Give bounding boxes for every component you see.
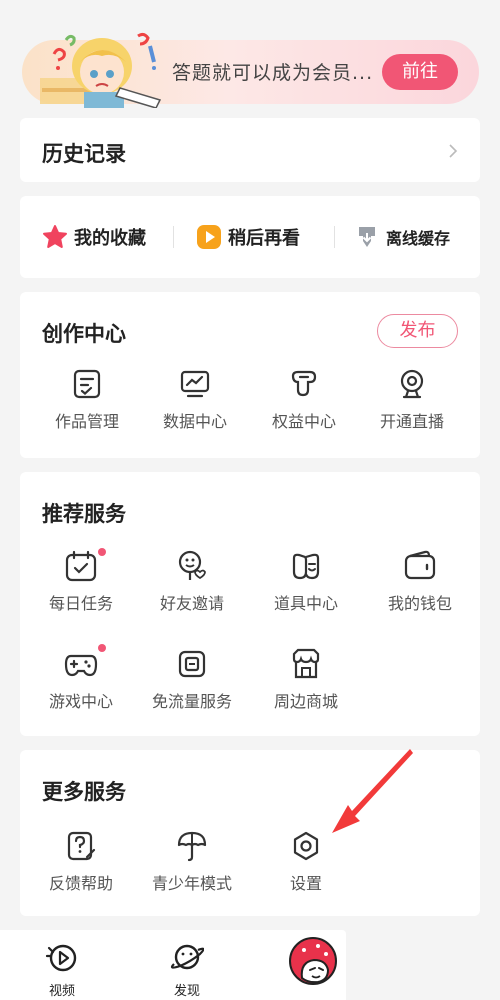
nav-mine[interactable] <box>283 936 343 992</box>
banner-text: 答题就可以成为会员... <box>172 62 374 84</box>
tile-props-center[interactable]: 道具中心 <box>251 550 361 614</box>
shortcut-bar: 我的收藏 稍后再看 离线缓存 <box>20 196 480 278</box>
red-dot-badge <box>98 548 106 556</box>
recommended-services-card: 推荐服务 每日任务 好友邀请 道具中心 我的钱包 游戏中心 免流量服务 周边商城 <box>20 472 480 736</box>
shortcut-label: 离线缓存 <box>386 229 451 248</box>
creation-center-card: 创作中心 发布 作品管理 数据中心 权益中心 开通直播 <box>20 292 480 458</box>
tile-label: 道具中心 <box>273 594 338 613</box>
download-icon <box>359 227 375 247</box>
play-later-icon <box>197 225 221 249</box>
tile-feedback-help[interactable]: 反馈帮助 <box>26 830 136 894</box>
sim-card-icon <box>178 650 206 678</box>
red-dot-badge <box>98 644 106 652</box>
mascot-avatar-icon <box>289 937 337 985</box>
tile-label: 好友邀请 <box>159 594 224 613</box>
tile-label: 设置 <box>289 874 322 893</box>
tile-label: 青少年模式 <box>151 874 232 893</box>
chevron-right-icon <box>449 144 458 158</box>
member-quiz-banner[interactable]: 答题就可以成为会员... 前往 <box>22 32 479 108</box>
shortcut-watch-later[interactable]: 稍后再看 <box>196 222 300 252</box>
feedback-help-icon <box>67 831 96 861</box>
tile-works-manage[interactable]: 作品管理 <box>32 368 142 432</box>
tile-label: 反馈帮助 <box>48 874 113 893</box>
live-camera-icon <box>400 369 424 399</box>
calendar-task-icon <box>65 550 97 582</box>
tile-label: 游戏中心 <box>48 692 113 711</box>
tile-teen-mode[interactable]: 青少年模式 <box>137 830 247 894</box>
divider <box>334 226 335 248</box>
tile-label: 周边商城 <box>273 692 338 711</box>
history-row[interactable]: 历史记录 <box>20 118 480 182</box>
tile-invite-friend[interactable]: 好友邀请 <box>137 550 247 614</box>
bottom-nav: 视频 发现 <box>0 930 346 1000</box>
tile-label: 我的钱包 <box>387 594 452 613</box>
creation-title: 创作中心 <box>42 322 126 346</box>
tile-wallet[interactable]: 我的钱包 <box>365 550 475 614</box>
divider <box>173 226 174 248</box>
tile-label: 免流量服务 <box>151 692 232 711</box>
publish-button[interactable]: 发布 <box>377 314 458 348</box>
tile-free-data-service[interactable]: 免流量服务 <box>137 648 247 712</box>
wallet-icon <box>404 550 436 580</box>
nav-label: 视频 <box>48 984 75 999</box>
store-icon <box>292 648 320 679</box>
cartoon-girl-icon <box>40 32 162 108</box>
history-title: 历史记录 <box>42 142 126 166</box>
planet-icon <box>170 944 205 970</box>
video-icon <box>45 944 77 972</box>
tile-label: 开通直播 <box>379 412 444 431</box>
gamepad-icon <box>64 654 98 677</box>
nav-label: 发现 <box>173 984 200 999</box>
tile-merch-store[interactable]: 周边商城 <box>251 648 361 712</box>
shortcut-label: 稍后再看 <box>228 228 300 249</box>
shortcut-label: 我的收藏 <box>74 228 146 249</box>
recommended-title: 推荐服务 <box>42 502 126 526</box>
tile-label: 权益中心 <box>271 412 336 431</box>
umbrella-icon <box>177 831 207 862</box>
data-center-icon <box>180 370 210 398</box>
tile-daily-task[interactable]: 每日任务 <box>26 548 136 614</box>
tile-game-center[interactable]: 游戏中心 <box>26 644 136 712</box>
go-button[interactable]: 前往 <box>382 54 458 90</box>
tile-rights-center[interactable]: 权益中心 <box>249 368 359 432</box>
rights-center-icon <box>291 370 317 397</box>
tile-label: 数据中心 <box>162 412 227 431</box>
red-arrow-annotation <box>332 749 413 833</box>
invite-friend-icon <box>178 550 206 580</box>
tile-start-live[interactable]: 开通直播 <box>357 368 467 432</box>
tile-data-center[interactable]: 数据中心 <box>140 368 250 432</box>
tile-label: 作品管理 <box>54 412 119 431</box>
nav-discover[interactable]: 发现 <box>157 940 217 999</box>
shortcut-favorites[interactable]: 我的收藏 <box>42 222 146 252</box>
shortcut-offline-cache[interactable]: 离线缓存 <box>354 222 450 252</box>
tile-label: 每日任务 <box>48 594 113 613</box>
mask-icon <box>292 553 320 580</box>
star-icon <box>43 225 67 248</box>
settings-hexagon-icon <box>293 831 319 861</box>
more-title: 更多服务 <box>42 780 126 804</box>
works-manage-icon <box>73 369 101 399</box>
nav-video[interactable]: 视频 <box>32 940 92 999</box>
